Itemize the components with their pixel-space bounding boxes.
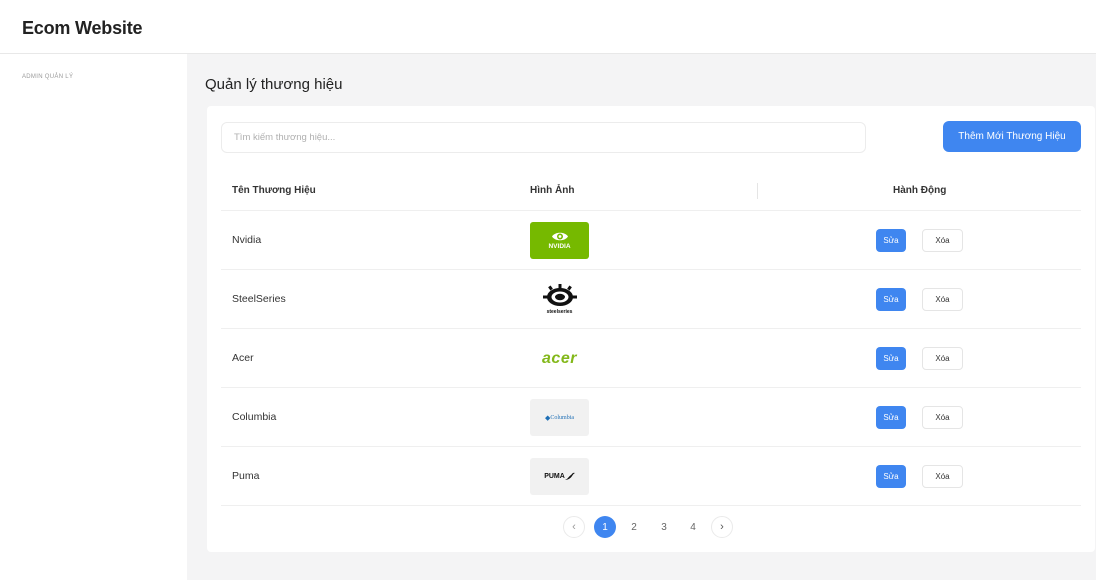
- columbia-logo-text: Columbia: [550, 414, 575, 421]
- prev-page-icon[interactable]: ‹: [563, 516, 585, 538]
- table-row: Puma PUMA Sửa Xóa: [221, 447, 1081, 506]
- brand-management-card: Thêm Mới Thương Hiệu Tên Thương Hiệu Hìn…: [207, 106, 1095, 552]
- next-page-icon[interactable]: ›: [711, 516, 733, 538]
- puma-cat-icon: [564, 472, 575, 480]
- app-title[interactable]: Ecom Website: [22, 18, 143, 39]
- page-1[interactable]: 1: [594, 516, 616, 538]
- steelseries-logo-text: steelseries: [546, 309, 573, 315]
- header-image: Hình Ảnh: [530, 185, 575, 196]
- puma-logo-text: PUMA: [544, 473, 565, 480]
- page-3[interactable]: 3: [653, 516, 675, 538]
- edit-button[interactable]: Sửa: [876, 288, 906, 311]
- nvidia-eye-icon: [551, 232, 568, 241]
- puma-logo: PUMA: [530, 458, 589, 495]
- header-action: Hành Động: [893, 185, 947, 196]
- steelseries-mark-icon: [542, 284, 577, 306]
- edit-button[interactable]: Sửa: [876, 347, 906, 370]
- page-4[interactable]: 4: [682, 516, 704, 538]
- delete-button[interactable]: Xóa: [922, 465, 963, 488]
- edit-button[interactable]: Sửa: [876, 229, 906, 252]
- page-title: Quản lý thương hiệu: [205, 76, 343, 93]
- delete-button[interactable]: Xóa: [922, 347, 963, 370]
- sidebar-label[interactable]: ADMIN QUẢN LÝ: [22, 74, 73, 80]
- table-row: Acer acer Sửa Xóa: [221, 329, 1081, 388]
- edit-button[interactable]: Sửa: [876, 465, 906, 488]
- brand-name: SteelSeries: [232, 293, 286, 305]
- delete-button[interactable]: Xóa: [922, 406, 963, 429]
- columbia-logo: ◆ Columbia: [530, 399, 589, 436]
- acer-logo: acer: [530, 340, 589, 377]
- add-brand-button[interactable]: Thêm Mới Thương Hiệu: [943, 121, 1081, 152]
- table-row: SteelSeries steelseries Sửa Xóa: [221, 270, 1081, 329]
- brand-name: Nvidia: [232, 234, 262, 246]
- delete-button[interactable]: Xóa: [922, 288, 963, 311]
- header-brand-name: Tên Thương Hiệu: [232, 185, 316, 196]
- delete-button[interactable]: Xóa: [922, 229, 963, 252]
- brand-name: Acer: [232, 352, 254, 364]
- edit-button[interactable]: Sửa: [876, 406, 906, 429]
- page-2[interactable]: 2: [623, 516, 645, 538]
- nvidia-logo: NVIDIA: [530, 222, 589, 259]
- table-row: Nvidia NVIDIA Sửa Xóa: [221, 211, 1081, 270]
- brand-name: Puma: [232, 470, 260, 482]
- header-divider: [757, 183, 758, 199]
- main-content: Quản lý thương hiệu Thêm Mới Thương Hiệu…: [187, 54, 1096, 580]
- sidebar: ADMIN QUẢN LÝ: [0, 54, 187, 580]
- table-row: Columbia ◆ Columbia Sửa Xóa: [221, 388, 1081, 447]
- top-bar: Ecom Website: [0, 0, 1096, 54]
- search-input[interactable]: [221, 122, 866, 153]
- steelseries-logo: steelseries: [530, 281, 589, 318]
- nvidia-logo-text: NVIDIA: [548, 243, 571, 250]
- acer-logo-text: acer: [542, 349, 577, 367]
- table-header: Tên Thương Hiệu Hình Ảnh Hành Động: [221, 171, 1081, 211]
- brand-name: Columbia: [232, 411, 277, 423]
